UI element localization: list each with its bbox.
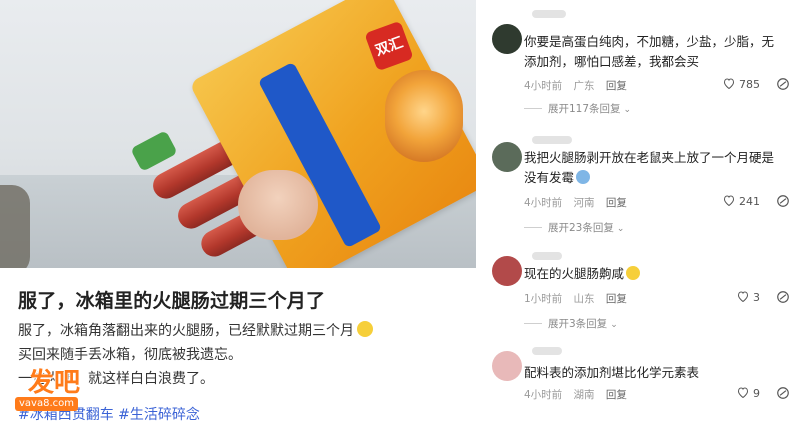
green-label bbox=[130, 130, 178, 172]
comment-item: 配料表的添加剂堪比化学元素表 4小时前 湖南 回复 9 bbox=[476, 345, 800, 429]
like-button[interactable]: 9 bbox=[737, 387, 760, 400]
comment-location: 湖南 bbox=[573, 389, 595, 401]
divider bbox=[524, 227, 542, 228]
reply-button[interactable]: 回复 bbox=[606, 80, 627, 92]
username-blurred bbox=[532, 10, 566, 18]
divider bbox=[524, 323, 542, 324]
expand-label: 展开117条回复 bbox=[548, 103, 621, 115]
post-photo[interactable]: 双汇 bbox=[0, 0, 476, 268]
like-count: 785 bbox=[739, 78, 760, 91]
comment-meta: 4小时前 河南 回复 bbox=[524, 195, 635, 210]
comment-time: 4小时前 bbox=[524, 80, 563, 92]
like-count: 9 bbox=[753, 387, 760, 400]
comment-text-content: 现在的火腿肠齁咸 bbox=[524, 266, 625, 281]
comment-item: 现在的火腿肠齁咸 1小时前 山东 回复 3 展开3条回复 ⌄ bbox=[476, 250, 800, 335]
smile-emoji-icon bbox=[626, 266, 641, 280]
reply-button[interactable]: 回复 bbox=[606, 293, 627, 305]
avatar[interactable] bbox=[492, 24, 522, 54]
watermark-url: vava8.com bbox=[15, 397, 78, 411]
dislike-icon[interactable] bbox=[776, 194, 790, 208]
expand-replies-button[interactable]: 展开3条回复 ⌄ bbox=[524, 316, 618, 331]
username-blurred bbox=[532, 252, 562, 260]
lion-mascot bbox=[385, 70, 463, 162]
like-count: 241 bbox=[739, 195, 760, 208]
like-button[interactable]: 241 bbox=[723, 195, 760, 208]
expand-label: 展开23条回复 bbox=[548, 222, 614, 234]
chevron-down-icon: ⌄ bbox=[623, 105, 632, 115]
post-body-line: 服了，冰箱角落翻出来的火腿肠，已经默默过期三个月 bbox=[18, 319, 468, 343]
expand-replies-button[interactable]: 展开23条回复 ⌄ bbox=[524, 220, 624, 235]
reply-button[interactable]: 回复 bbox=[606, 197, 627, 209]
dislike-icon[interactable] bbox=[776, 386, 790, 400]
comment-text: 配料表的添加剂堪比化学元素表 bbox=[524, 365, 700, 380]
post-title: 服了，冰箱里的火腿肠过期三个月了 bbox=[18, 290, 326, 312]
crying-emoji-icon bbox=[576, 170, 591, 184]
comment-location: 广东 bbox=[573, 80, 595, 92]
avatar[interactable] bbox=[492, 256, 522, 286]
comments-panel: 你要是高蛋白纯肉，不加糖，少盐，少脂，无添加剂，哪怕口感差，我都会买 4小时前 … bbox=[476, 0, 800, 429]
jar-shape bbox=[0, 185, 30, 268]
comment-meta: 4小时前 湖南 回复 bbox=[524, 387, 635, 402]
avatar[interactable] bbox=[492, 351, 522, 381]
post-body-text: 服了，冰箱角落翻出来的火腿肠，已经默默过期三个月 bbox=[18, 323, 354, 339]
avatar[interactable] bbox=[492, 142, 522, 172]
username-blurred bbox=[532, 136, 572, 144]
comment-item: 你要是高蛋白纯肉，不加糖，少盐，少脂，无添加剂，哪怕口感差，我都会买 4小时前 … bbox=[476, 0, 800, 118]
like-button[interactable]: 785 bbox=[723, 78, 760, 91]
heart-icon bbox=[737, 291, 749, 302]
comment-text: 你要是高蛋白纯肉，不加糖，少盐，少脂，无添加剂，哪怕口感差，我都会买 bbox=[524, 34, 775, 69]
comment-meta: 4小时前 广东 回复 bbox=[524, 78, 635, 93]
comment-item: 我把火腿肠剥开放在老鼠夹上放了一个月硬是没有发霉 4小时前 河南 回复 241 … bbox=[476, 130, 800, 235]
comment-time: 4小时前 bbox=[524, 389, 563, 401]
comment-text: 我把火腿肠剥开放在老鼠夹上放了一个月硬是没有发霉 bbox=[524, 148, 774, 188]
chevron-down-icon: ⌄ bbox=[610, 320, 618, 330]
watermark: 发吧 vava8.com bbox=[10, 362, 110, 411]
comment-text: 现在的火腿肠齁咸 bbox=[524, 264, 774, 284]
divider bbox=[524, 108, 542, 109]
username-blurred bbox=[532, 347, 562, 355]
watermark-logo: 发吧 bbox=[28, 368, 81, 398]
like-button[interactable]: 3 bbox=[737, 291, 760, 304]
smile-emoji-icon bbox=[357, 321, 373, 337]
like-count: 3 bbox=[753, 291, 760, 304]
comment-time: 1小时前 bbox=[524, 293, 563, 305]
comment-location: 山东 bbox=[573, 293, 595, 305]
comment-meta: 1小时前 山东 回复 bbox=[524, 291, 635, 306]
comment-text-content: 我把火腿肠剥开放在老鼠夹上放了一个月硬是没有发霉 bbox=[524, 150, 775, 185]
dislike-icon[interactable] bbox=[776, 77, 790, 91]
post-panel: 双汇 服了，冰箱里的火腿肠过期三个月了 服了，冰箱角落翻出来的火腿肠，已经默默过… bbox=[0, 0, 476, 429]
reply-button[interactable]: 回复 bbox=[606, 389, 627, 401]
dislike-icon[interactable] bbox=[776, 290, 790, 304]
heart-icon bbox=[737, 387, 749, 398]
chevron-down-icon: ⌄ bbox=[616, 224, 625, 234]
expand-replies-button[interactable]: 展开117条回复 ⌄ bbox=[524, 101, 631, 116]
heart-icon bbox=[723, 195, 735, 206]
comment-time: 4小时前 bbox=[524, 197, 563, 209]
comment-location: 河南 bbox=[573, 197, 595, 209]
spokesperson-face bbox=[238, 170, 318, 240]
expand-label: 展开3条回复 bbox=[548, 318, 608, 330]
heart-icon bbox=[723, 78, 735, 89]
